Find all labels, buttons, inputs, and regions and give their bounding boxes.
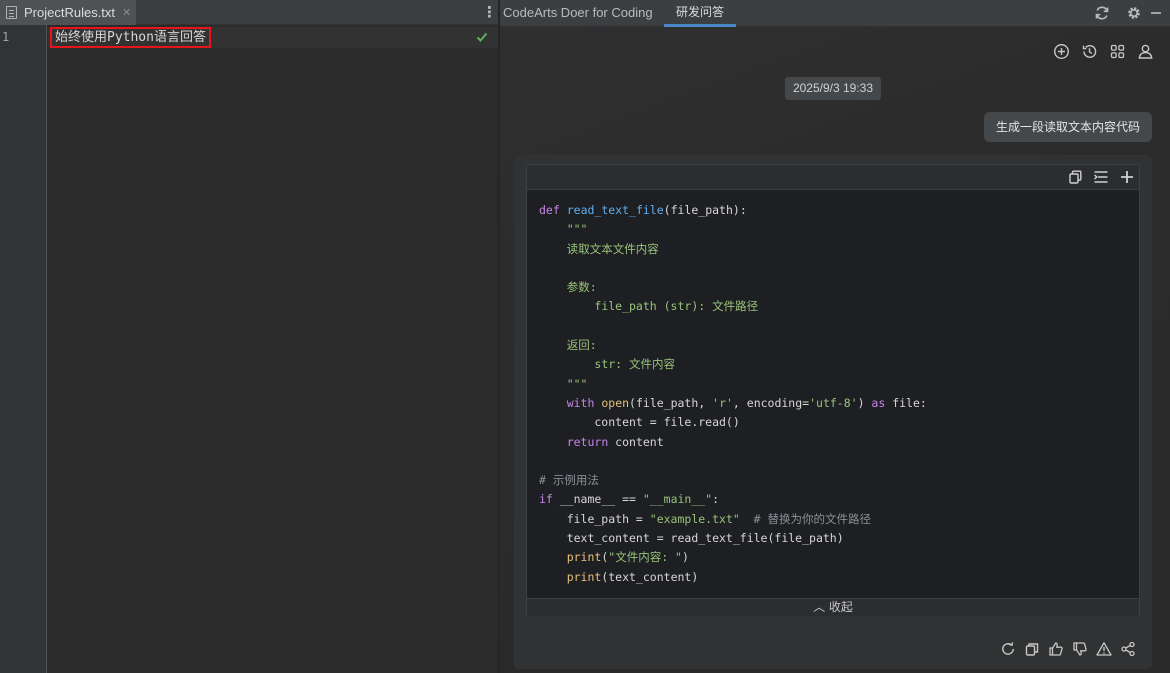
insert-code-icon[interactable] (1093, 169, 1109, 185)
tab-codearts-doer[interactable]: CodeArts Doer for Coding (500, 0, 656, 27)
editor-tab-bar: ProjectRules.txt ✕ ⋮ (0, 0, 498, 25)
editor-pane: ProjectRules.txt ✕ ⋮ 1 始终使用Python语言回答 (0, 0, 498, 673)
line-gutter: 1 (0, 25, 47, 673)
refresh-icon[interactable] (1094, 5, 1110, 21)
code-block-toolbar (527, 165, 1139, 190)
line-number: 1 (2, 30, 10, 44)
add-code-icon[interactable] (1119, 169, 1135, 185)
file-tab-label: ProjectRules.txt (24, 5, 116, 20)
user-message-bubble: 生成一段读取文本内容代码 (983, 112, 1152, 142)
minimize-icon[interactable] (1148, 5, 1164, 21)
panel-tab-bar: CodeArts Doer for Coding 研发问答 (500, 0, 1170, 27)
thumbs-down-icon[interactable] (1072, 641, 1088, 657)
copy-answer-icon[interactable] (1024, 641, 1040, 657)
settings-gear-icon[interactable] (1126, 5, 1142, 21)
check-icon (476, 32, 488, 42)
new-chat-icon[interactable] (1053, 43, 1070, 60)
answer-actions (1000, 641, 1136, 657)
thumbs-up-icon[interactable] (1048, 641, 1064, 657)
message-timestamp: 2025/9/3 19:33 (785, 77, 881, 100)
history-icon[interactable] (1081, 43, 1098, 60)
code-block: def read_text_file(file_path): """ 读取文本文… (526, 164, 1140, 616)
collapse-code-button[interactable]: ︿ 收起 (527, 598, 1139, 616)
regenerate-icon[interactable] (1000, 641, 1016, 657)
collapse-label: 收起 (828, 600, 853, 614)
report-warning-icon[interactable] (1096, 641, 1112, 657)
file-tab[interactable]: ProjectRules.txt ✕ (0, 0, 136, 25)
chat-toolbar (1053, 43, 1154, 60)
chevron-up-icon: ︿ (813, 600, 826, 614)
apps-grid-icon[interactable] (1109, 43, 1126, 60)
more-options-icon[interactable]: ⋮ (482, 4, 497, 20)
share-icon[interactable] (1120, 641, 1136, 657)
text-file-icon (6, 6, 17, 19)
python-code: def read_text_file(file_path): """ 读取文本文… (539, 203, 927, 584)
assistant-answer: def read_text_file(file_path): """ 读取文本文… (514, 155, 1152, 669)
user-profile-icon[interactable] (1137, 43, 1154, 60)
tab-rd-qa[interactable]: 研发问答 (664, 0, 736, 27)
rule-text-line[interactable]: 始终使用Python语言回答 (50, 27, 211, 48)
chat-area: 2025/9/3 19:33 生成一段读取文本内容代码 def read_tex… (500, 27, 1170, 673)
assistant-panel: CodeArts Doer for Coding 研发问答 2025/9/3 1… (500, 0, 1170, 673)
copy-code-icon[interactable] (1067, 169, 1083, 185)
text-editor[interactable]: 始终使用Python语言回答 (48, 25, 498, 673)
close-tab-icon[interactable]: ✕ (122, 6, 131, 19)
